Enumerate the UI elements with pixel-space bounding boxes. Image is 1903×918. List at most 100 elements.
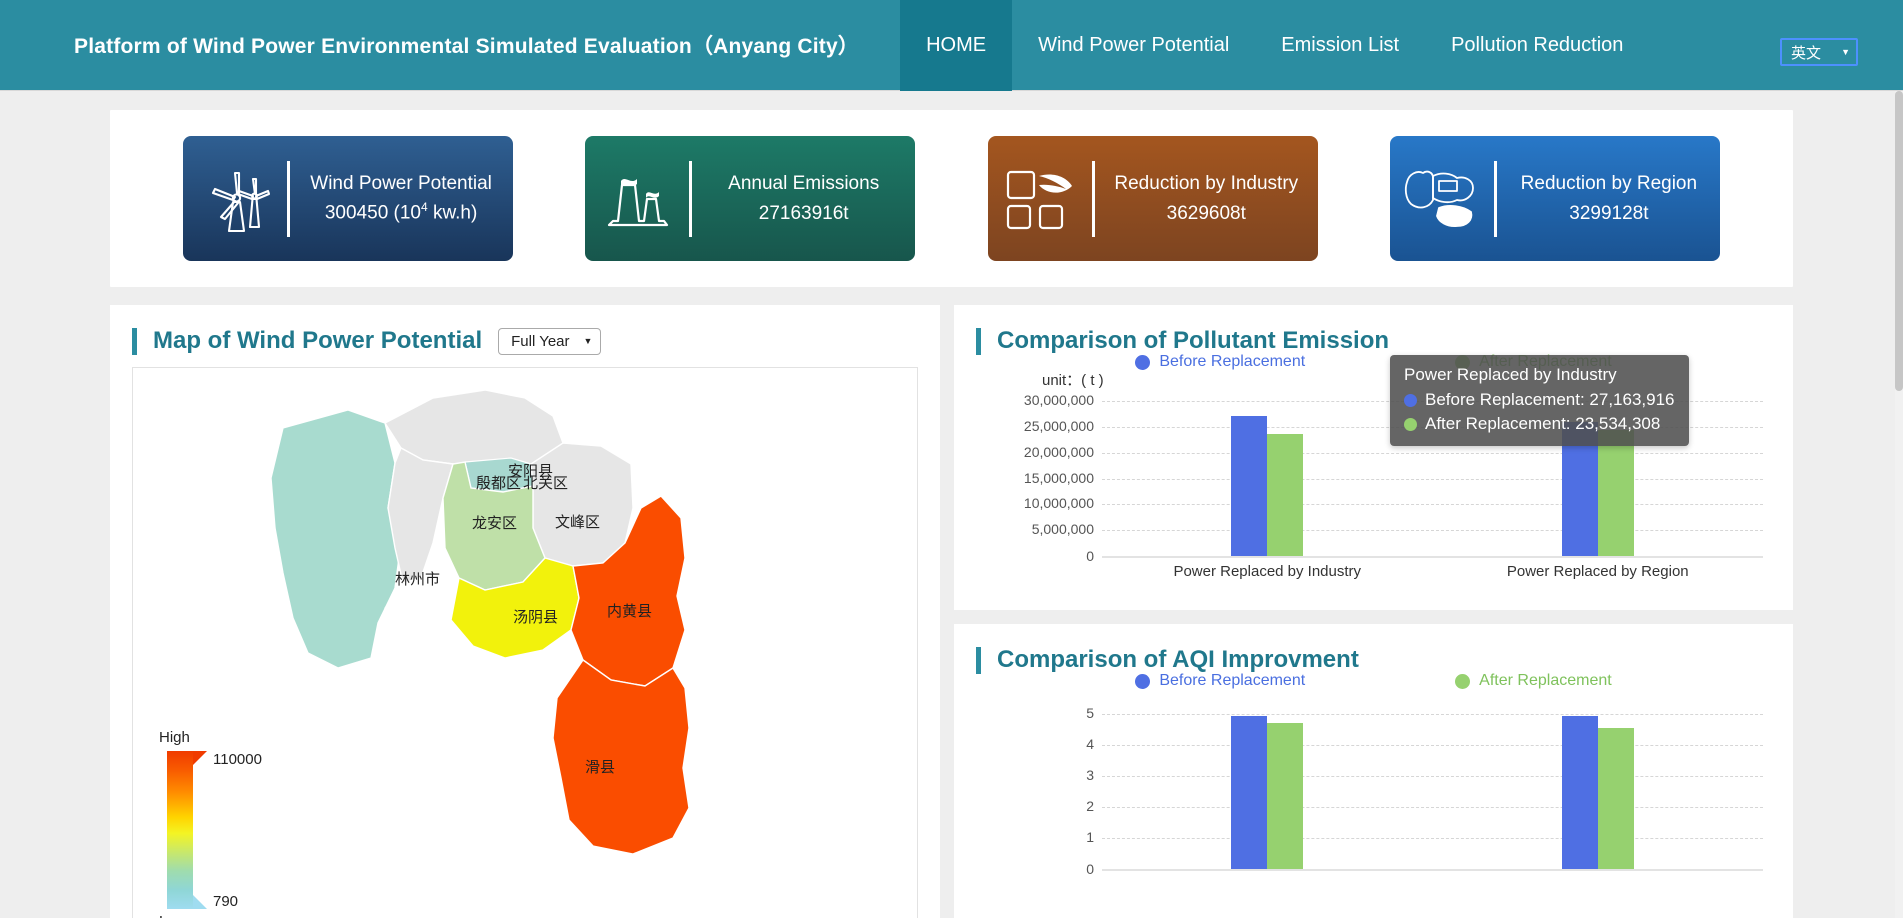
- tooltip-dot-after: [1404, 417, 1417, 431]
- nav-item-home[interactable]: HOME: [900, 0, 1013, 91]
- legend-dot-after: [1455, 673, 1471, 689]
- kpi-value: 27163916t: [758, 202, 849, 224]
- bar-before-replacement[interactable]: [1231, 415, 1268, 556]
- kpi-card-reduction-by-region[interactable]: Reduction by Region 3299128t: [1390, 136, 1721, 261]
- nav-item-pollution-reduction[interactable]: Pollution Reduction: [1425, 0, 1649, 91]
- bar-group[interactable]: [1102, 714, 1433, 869]
- wind-potential-map[interactable]: 林州市 安阳县 殷都区 北关区 龙安区 文峰区 汤阴县 内黄县 滑县 High …: [132, 367, 918, 918]
- bar-before-replacement[interactable]: [1561, 715, 1598, 869]
- legend-min-value: 790: [213, 893, 239, 910]
- kpi-value: 3299128t: [1569, 202, 1649, 224]
- y-axis-tick-label: 0: [1086, 548, 1094, 564]
- legend-top-arrow: [193, 751, 207, 765]
- emission-chart-unit: unit：( t ): [1042, 372, 1104, 389]
- legend-item-before[interactable]: Before Replacement: [1135, 672, 1305, 690]
- bar-group[interactable]: [1102, 401, 1433, 556]
- map-panel: Map of Wind Power Potential Full Year ▼: [110, 305, 940, 918]
- map-legend: High 110000 790 Low: [155, 729, 275, 918]
- main-nav: HOME Wind Power Potential Emission List …: [900, 0, 1649, 91]
- kpi-value-unit: kw.h): [427, 202, 478, 224]
- bar-after-replacement[interactable]: [1267, 723, 1304, 869]
- y-axis-tick-label: 0: [1086, 861, 1094, 877]
- aqi-chart-title: Comparison of AQI Improvment: [997, 646, 1359, 673]
- legend-dot-before: [1135, 354, 1151, 370]
- industry-leaf-icon: [988, 136, 1092, 261]
- map-region-huaxian[interactable]: [552, 659, 690, 855]
- y-axis-tick-label: 20,000,000: [1023, 443, 1094, 460]
- y-axis-tick-label: 2: [1086, 798, 1094, 814]
- kpi-title: Reduction by Industry: [1114, 173, 1299, 195]
- bar-before-replacement[interactable]: [1231, 715, 1268, 869]
- period-select-value: Full Year: [511, 332, 570, 350]
- content-area: Map of Wind Power Potential Full Year ▼: [110, 305, 1793, 918]
- bar-after-replacement[interactable]: [1267, 434, 1304, 556]
- kpi-text: Reduction by Region 3299128t: [1497, 169, 1720, 228]
- nav-item-emission-list[interactable]: Emission List: [1255, 0, 1425, 91]
- kpi-text: Annual Emissions 27163916t: [692, 169, 915, 228]
- bar-group[interactable]: [1433, 714, 1764, 869]
- y-axis-tick-label: 30,000,000: [1023, 392, 1094, 408]
- legend-dot-before: [1135, 673, 1151, 689]
- wind-turbine-icon: [183, 136, 287, 261]
- language-value: 英文: [1791, 44, 1822, 62]
- legend-gradient: [167, 751, 193, 909]
- kpi-card-reduction-by-industry[interactable]: Reduction by Industry 3629608t: [987, 136, 1318, 261]
- chevron-down-icon: ▼: [1841, 47, 1850, 57]
- title-accent-bar: [976, 327, 981, 355]
- legend-label-before: Before Replacement: [1159, 672, 1306, 689]
- y-axis-gridline: 0: [1086, 548, 1763, 564]
- kpi-text: Reduction by Industry 3629608t: [1095, 169, 1318, 228]
- y-axis-tick-label: 1: [1086, 829, 1094, 845]
- page-scrollbar[interactable]: [1895, 91, 1903, 918]
- app-title: Platform of Wind Power Environmental Sim…: [74, 35, 860, 58]
- period-select[interactable]: Full Year ▼: [498, 327, 602, 355]
- y-axis-tick-label: 4: [1086, 736, 1094, 752]
- aqi-plot-area[interactable]: 0 1 2 3 4 5: [1086, 705, 1763, 877]
- nav-item-wind-power-potential[interactable]: Wind Power Potential: [1012, 0, 1255, 91]
- power-plant-icon: [585, 136, 689, 261]
- legend-high-label: High: [159, 729, 190, 746]
- kpi-panel: Wind Power Potential 300450 (104 kw.h) A…: [110, 110, 1793, 287]
- map-region-anyangxian-core[interactable]: [464, 457, 534, 493]
- y-axis-tick-label: 25,000,000: [1023, 417, 1094, 434]
- bar-series-container: [1102, 714, 1763, 869]
- legend-bottom-arrow: [193, 895, 207, 909]
- y-axis-tick-label: 5,000,000: [1031, 521, 1094, 538]
- language-select[interactable]: 英文 ▼: [1780, 38, 1858, 66]
- x-axis-tick-label: Power Replaced by Region: [1506, 563, 1689, 580]
- y-axis-tick-label: 3: [1086, 767, 1094, 783]
- charts-column: Comparison of Pollutant Emission Before …: [954, 305, 1793, 918]
- kpi-value-main: 300450 (10: [324, 202, 422, 224]
- legend-item-after[interactable]: After Replacement: [1455, 672, 1612, 690]
- title-accent-bar: [976, 646, 981, 674]
- kpi-card-annual-emissions[interactable]: Annual Emissions 27163916t: [585, 136, 916, 261]
- scrollbar-thumb[interactable]: [1895, 91, 1903, 391]
- map-panel-header: Map of Wind Power Potential Full Year ▼: [110, 305, 940, 361]
- x-axis-tick-label: Power Replaced by Industry: [1173, 563, 1362, 580]
- emission-chart-panel: Comparison of Pollutant Emission Before …: [954, 305, 1793, 610]
- kpi-title: Wind Power Potential: [310, 172, 492, 194]
- app-header: Platform of Wind Power Environmental Sim…: [0, 0, 1903, 91]
- bar-after-replacement[interactable]: [1597, 727, 1634, 869]
- tooltip-label-before: Before Replacement: 27,163,916: [1425, 390, 1675, 410]
- bar-after-replacement[interactable]: [1597, 429, 1634, 556]
- kpi-value: 3629608t: [1166, 202, 1246, 224]
- kpi-value-exponent: 4: [421, 200, 428, 215]
- kpi-title: Annual Emissions: [728, 173, 880, 195]
- emission-x-axis-labels: Power Replaced by Industry Power Replaced…: [1102, 563, 1763, 580]
- chevron-down-icon: ▼: [583, 336, 593, 346]
- legend-item-before[interactable]: Before Replacement: [1135, 353, 1305, 371]
- kpi-text: Wind Power Potential 300450 (104 kw.h): [290, 169, 513, 228]
- region-map-icon: [1390, 136, 1494, 261]
- map-region-linzhou[interactable]: [270, 409, 402, 669]
- kpi-title: Reduction by Region: [1520, 173, 1698, 195]
- legend-max-value: 110000: [213, 751, 262, 768]
- tooltip-row-after: After Replacement: 23,534,308: [1404, 412, 1675, 436]
- map-region-wenfeng[interactable]: [530, 442, 634, 567]
- y-axis-tick-label: 10,000,000: [1023, 495, 1094, 512]
- kpi-value: 300450 (104 kw.h): [298, 198, 505, 228]
- kpi-card-wind-power-potential[interactable]: Wind Power Potential 300450 (104 kw.h): [182, 136, 513, 261]
- y-axis-gridline: 0: [1086, 861, 1763, 877]
- tooltip-label-after: After Replacement: 23,534,308: [1425, 414, 1661, 434]
- emission-chart-title: Comparison of Pollutant Emission: [997, 327, 1390, 354]
